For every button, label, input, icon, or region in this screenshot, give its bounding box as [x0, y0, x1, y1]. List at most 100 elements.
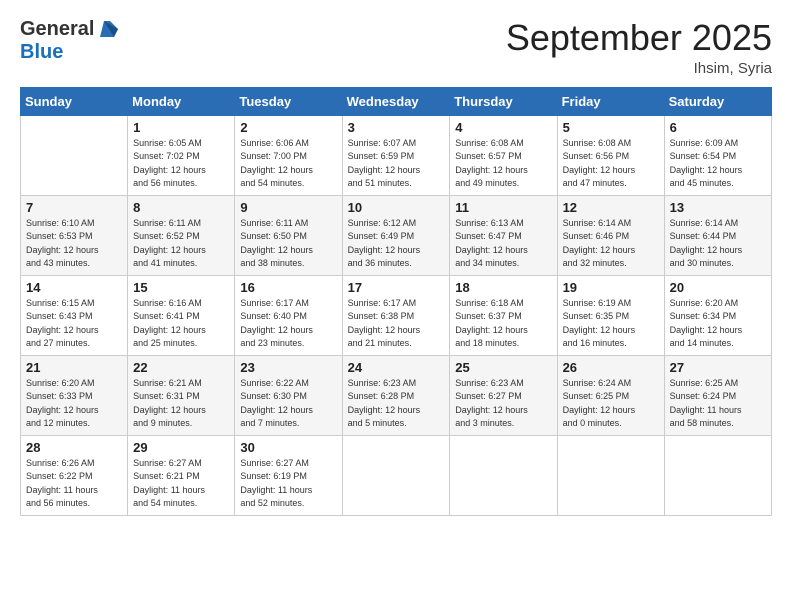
day-number: 28	[26, 440, 122, 455]
day-number: 26	[563, 360, 659, 375]
calendar-cell: 28 Sunrise: 6:26 AM Sunset: 6:22 PM Dayli…	[21, 435, 128, 515]
calendar-header-sunday: Sunday	[21, 87, 128, 115]
calendar-cell: 2Sunrise: 6:06 AM Sunset: 7:00 PM Daylig…	[235, 115, 342, 195]
day-number: 10	[348, 200, 445, 215]
calendar-cell: 4 Sunrise: 6:08 AM Sunset: 6:57 PM Daylig…	[450, 115, 557, 195]
calendar-header-saturday: Saturday	[664, 87, 771, 115]
day-number: 29	[133, 440, 229, 455]
day-info: Sunrise: 6:11 AM Sunset: 6:52 PM Dayligh…	[133, 217, 229, 271]
day-number: 6	[670, 120, 766, 135]
day-info: Sunrise: 6:25 AM Sunset: 6:24 PM Dayligh…	[670, 377, 766, 431]
day-number: 14	[26, 280, 122, 295]
calendar-cell: 5Sunrise: 6:08 AM Sunset: 6:56 PM Daylig…	[557, 115, 664, 195]
day-info: Sunrise: 6:27 AM Sunset: 6:21 PM Dayligh…	[133, 457, 229, 511]
day-info: Sunrise: 6:16 AM Sunset: 6:41 PM Dayligh…	[133, 297, 229, 351]
calendar-cell: 12 Sunrise: 6:14 AM Sunset: 6:46 PM Dayli…	[557, 195, 664, 275]
day-info: Sunrise: 6:26 AM Sunset: 6:22 PM Dayligh…	[26, 457, 122, 511]
day-number: 15	[133, 280, 229, 295]
calendar-cell: 27 Sunrise: 6:25 AM Sunset: 6:24 PM Dayli…	[664, 355, 771, 435]
day-number: 21	[26, 360, 122, 375]
day-info: Sunrise: 6:05 AM Sunset: 7:02 PM Dayligh…	[133, 137, 229, 191]
calendar-cell: 24Sunrise: 6:23 AM Sunset: 6:28 PM Dayli…	[342, 355, 450, 435]
logo-icon	[96, 19, 118, 41]
day-info: Sunrise: 6:13 AM Sunset: 6:47 PM Dayligh…	[455, 217, 551, 271]
calendar-cell	[557, 435, 664, 515]
day-number: 30	[240, 440, 336, 455]
calendar-cell: 20Sunrise: 6:20 AM Sunset: 6:34 PM Dayli…	[664, 275, 771, 355]
calendar-cell: 26 Sunrise: 6:24 AM Sunset: 6:25 PM Dayli…	[557, 355, 664, 435]
day-number: 1	[133, 120, 229, 135]
calendar-cell: 13 Sunrise: 6:14 AM Sunset: 6:44 PM Dayli…	[664, 195, 771, 275]
day-number: 8	[133, 200, 229, 215]
calendar-week-2: 7 Sunrise: 6:10 AM Sunset: 6:53 PM Daylig…	[21, 195, 772, 275]
day-number: 27	[670, 360, 766, 375]
calendar-cell: 3Sunrise: 6:07 AM Sunset: 6:59 PM Daylig…	[342, 115, 450, 195]
day-info: Sunrise: 6:14 AM Sunset: 6:44 PM Dayligh…	[670, 217, 766, 271]
logo-blue-text: Blue	[20, 41, 63, 64]
calendar-week-1: 1 Sunrise: 6:05 AM Sunset: 7:02 PM Daylig…	[21, 115, 772, 195]
title-block: September 2025 Ihsim, Syria	[506, 18, 772, 77]
day-info: Sunrise: 6:15 AM Sunset: 6:43 PM Dayligh…	[26, 297, 122, 351]
calendar-cell: 22 Sunrise: 6:21 AM Sunset: 6:31 PM Dayli…	[128, 355, 235, 435]
calendar-week-4: 21 Sunrise: 6:20 AM Sunset: 6:33 PM Dayli…	[21, 355, 772, 435]
calendar-cell	[342, 435, 450, 515]
day-info: Sunrise: 6:23 AM Sunset: 6:28 PM Dayligh…	[348, 377, 445, 431]
calendar-cell: 21 Sunrise: 6:20 AM Sunset: 6:33 PM Dayli…	[21, 355, 128, 435]
calendar-cell	[21, 115, 128, 195]
day-number: 12	[563, 200, 659, 215]
month-title: September 2025	[506, 18, 772, 58]
day-number: 20	[670, 280, 766, 295]
day-number: 22	[133, 360, 229, 375]
logo: General Blue	[20, 18, 118, 64]
calendar-cell: 9Sunrise: 6:11 AM Sunset: 6:50 PM Daylig…	[235, 195, 342, 275]
calendar-cell: 17Sunrise: 6:17 AM Sunset: 6:38 PM Dayli…	[342, 275, 450, 355]
day-info: Sunrise: 6:08 AM Sunset: 6:56 PM Dayligh…	[563, 137, 659, 191]
day-info: Sunrise: 6:12 AM Sunset: 6:49 PM Dayligh…	[348, 217, 445, 271]
calendar-header-wednesday: Wednesday	[342, 87, 450, 115]
calendar-header-row: SundayMondayTuesdayWednesdayThursdayFrid…	[21, 87, 772, 115]
day-number: 19	[563, 280, 659, 295]
day-info: Sunrise: 6:08 AM Sunset: 6:57 PM Dayligh…	[455, 137, 551, 191]
calendar-cell: 6 Sunrise: 6:09 AM Sunset: 6:54 PM Daylig…	[664, 115, 771, 195]
day-info: Sunrise: 6:17 AM Sunset: 6:40 PM Dayligh…	[240, 297, 336, 351]
header: General Blue September 2025 Ihsim, Syria	[20, 18, 772, 77]
page: General Blue September 2025 Ihsim, Syria…	[0, 0, 792, 612]
day-info: Sunrise: 6:14 AM Sunset: 6:46 PM Dayligh…	[563, 217, 659, 271]
day-number: 18	[455, 280, 551, 295]
calendar-cell: 29 Sunrise: 6:27 AM Sunset: 6:21 PM Dayli…	[128, 435, 235, 515]
day-number: 13	[670, 200, 766, 215]
calendar-header-thursday: Thursday	[450, 87, 557, 115]
logo-general-text: General	[20, 18, 94, 41]
calendar-cell: 7 Sunrise: 6:10 AM Sunset: 6:53 PM Daylig…	[21, 195, 128, 275]
day-info: Sunrise: 6:24 AM Sunset: 6:25 PM Dayligh…	[563, 377, 659, 431]
day-number: 2	[240, 120, 336, 135]
day-info: Sunrise: 6:21 AM Sunset: 6:31 PM Dayligh…	[133, 377, 229, 431]
calendar-cell: 18 Sunrise: 6:18 AM Sunset: 6:37 PM Dayli…	[450, 275, 557, 355]
calendar-cell	[664, 435, 771, 515]
day-number: 7	[26, 200, 122, 215]
location: Ihsim, Syria	[506, 60, 772, 77]
day-number: 23	[240, 360, 336, 375]
calendar-header-friday: Friday	[557, 87, 664, 115]
calendar-cell: 16 Sunrise: 6:17 AM Sunset: 6:40 PM Dayli…	[235, 275, 342, 355]
day-info: Sunrise: 6:09 AM Sunset: 6:54 PM Dayligh…	[670, 137, 766, 191]
day-number: 16	[240, 280, 336, 295]
day-number: 4	[455, 120, 551, 135]
calendar-week-3: 14 Sunrise: 6:15 AM Sunset: 6:43 PM Dayli…	[21, 275, 772, 355]
calendar-header-monday: Monday	[128, 87, 235, 115]
day-info: Sunrise: 6:18 AM Sunset: 6:37 PM Dayligh…	[455, 297, 551, 351]
calendar-cell: 14 Sunrise: 6:15 AM Sunset: 6:43 PM Dayli…	[21, 275, 128, 355]
calendar-cell: 23Sunrise: 6:22 AM Sunset: 6:30 PM Dayli…	[235, 355, 342, 435]
day-number: 17	[348, 280, 445, 295]
day-info: Sunrise: 6:27 AM Sunset: 6:19 PM Dayligh…	[240, 457, 336, 511]
calendar-cell: 1 Sunrise: 6:05 AM Sunset: 7:02 PM Daylig…	[128, 115, 235, 195]
calendar-cell	[450, 435, 557, 515]
day-number: 3	[348, 120, 445, 135]
calendar-cell: 19Sunrise: 6:19 AM Sunset: 6:35 PM Dayli…	[557, 275, 664, 355]
calendar-cell: 25 Sunrise: 6:23 AM Sunset: 6:27 PM Dayli…	[450, 355, 557, 435]
day-info: Sunrise: 6:20 AM Sunset: 6:33 PM Dayligh…	[26, 377, 122, 431]
calendar-table: SundayMondayTuesdayWednesdayThursdayFrid…	[20, 87, 772, 516]
day-number: 25	[455, 360, 551, 375]
day-info: Sunrise: 6:10 AM Sunset: 6:53 PM Dayligh…	[26, 217, 122, 271]
day-info: Sunrise: 6:23 AM Sunset: 6:27 PM Dayligh…	[455, 377, 551, 431]
